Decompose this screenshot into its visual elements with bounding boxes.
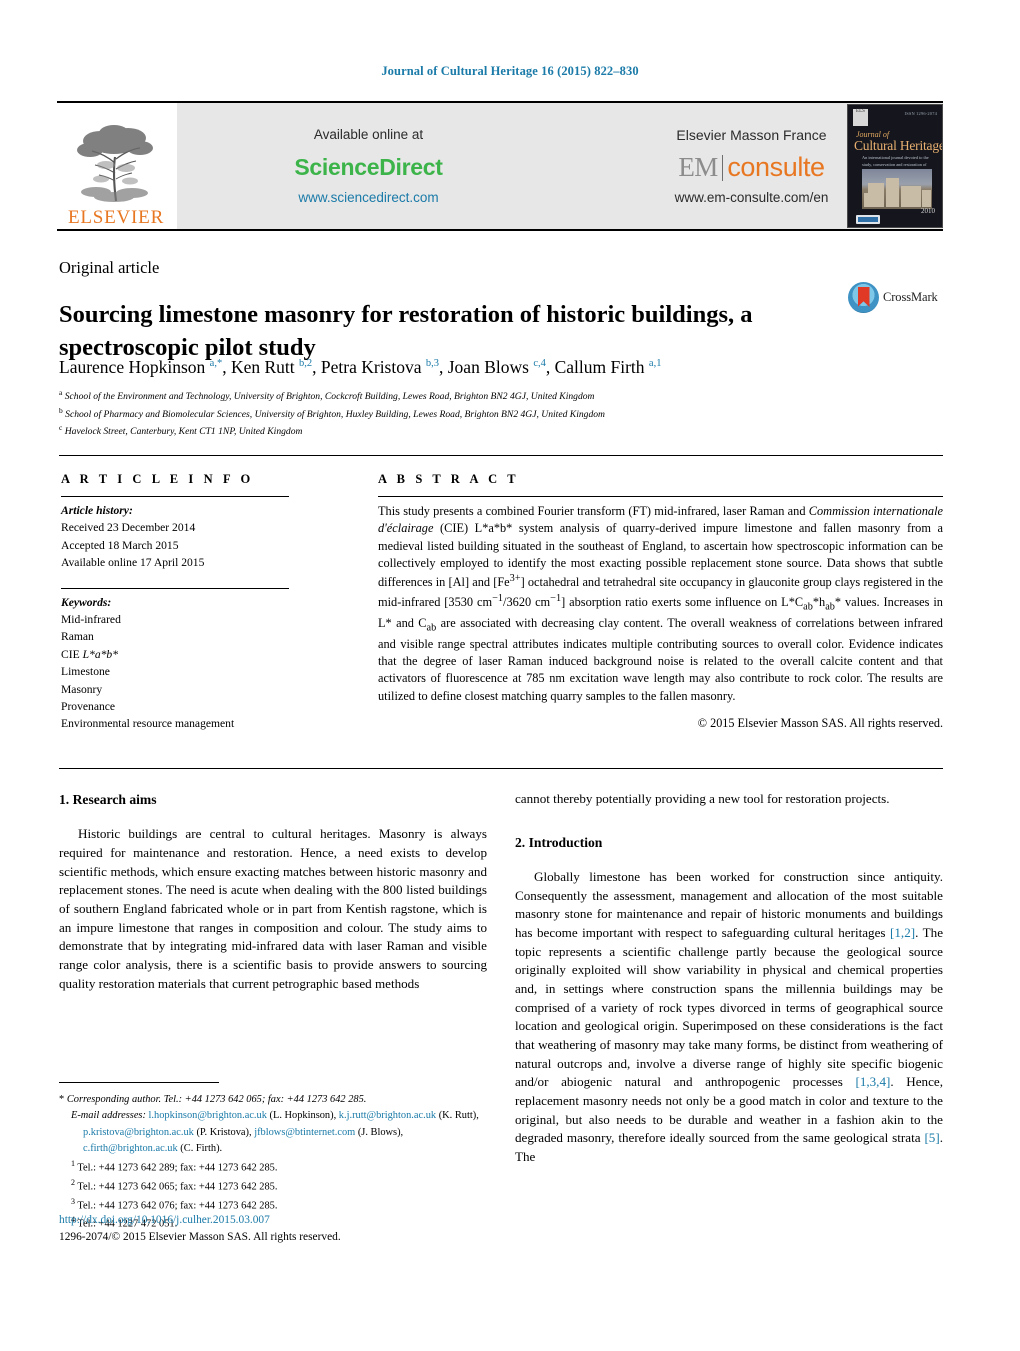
elsevier-masson-france-label: Elsevier Masson France [676, 127, 827, 143]
article-history-label: Article history: [61, 504, 133, 517]
cover-year: 2010 [921, 207, 935, 215]
affiliation-list: a School of the Environment and Technolo… [59, 387, 919, 440]
consulte-text: consulte [727, 152, 825, 182]
email-addresses-label: E-mail addresses: [71, 1110, 146, 1122]
cover-journal-title: Cultural Heritage [854, 138, 943, 153]
em-text: EM [678, 152, 718, 182]
page-title: Sourcing limestone masonry for restorati… [59, 301, 753, 361]
em-consulte-url[interactable]: www.em-consulte.com/en [675, 190, 829, 205]
sciencedirect-block: Available online at ScienceDirect www.sc… [177, 103, 560, 229]
article-info-heading: A R T I C L E I N F O [61, 472, 254, 486]
sciencedirect-url[interactable]: www.sciencedirect.com [298, 190, 438, 205]
elsevier-logo: ELSEVIER [57, 103, 175, 229]
info-rule-top [59, 455, 943, 456]
em-divider [721, 154, 724, 181]
article-info-column: Article history: Received 23 December 20… [61, 496, 309, 733]
keyword-item: Environmental resource management [61, 717, 235, 731]
journal-masthead: ELSEVIER Available online at ScienceDire… [57, 101, 943, 231]
affiliation-item: a School of the Environment and Technolo… [59, 388, 595, 403]
article-history-item: Available online 17 April 2015 [61, 556, 205, 570]
abstract-heading: A B S T R A C T [378, 472, 520, 486]
article-history-list: Received 23 December 2014 Accepted 18 Mar… [61, 519, 309, 571]
affiliation-item: b School of Pharmacy and Biomolecular Sc… [59, 405, 605, 420]
cover-publisher-mark: ELS [853, 109, 868, 126]
paragraph-introduction: Globally limestone has been worked for c… [515, 869, 944, 1164]
keyword-item: CIE L*a*b* [61, 647, 119, 661]
doi-url[interactable]: http://dx.doi.org/10.1016/j.culher.2015.… [59, 1212, 341, 1229]
journal-cover-thumbnail[interactable]: ELS ISSN 1296-2074 Journal of Cultural H… [847, 104, 943, 228]
article-type-label: Original article [59, 258, 160, 277]
author-list: Laurence Hopkinson a,*, Ken Rutt b,2, Pe… [59, 357, 662, 377]
doi-block: http://dx.doi.org/10.1016/j.culher.2015.… [59, 1212, 341, 1245]
paragraph-research-aims: Historic buildings are central to cultur… [59, 826, 487, 991]
body-column-left: 1. Research aims Historic buildings are … [59, 790, 487, 993]
info-rule-bottom [59, 768, 943, 769]
keyword-item: Raman [61, 630, 94, 644]
cover-badge [856, 215, 880, 224]
footnote-item: 2 Tel.: +44 1273 642 065; fax: +44 1273 … [71, 1177, 278, 1193]
keywords-label: Keywords: [61, 595, 112, 609]
keyword-item: Limestone [61, 665, 110, 679]
paragraph-continuation: cannot thereby potentially providing a n… [515, 791, 890, 806]
abstract-copyright: © 2015 Elsevier Masson SAS. All rights r… [697, 716, 943, 731]
article-history-item: Accepted 18 March 2015 [61, 538, 179, 552]
body-column-right: cannot thereby potentially providing a n… [515, 790, 943, 1167]
keywords-list: Mid-infrared Raman CIE L*a*b* Limestone Maso… [61, 611, 309, 733]
section-heading-research-aims: 1. Research aims [59, 792, 157, 807]
section-heading-introduction: 2. Introduction [515, 834, 603, 850]
cover-issn: ISSN 1296-2074 [904, 111, 937, 116]
footnote-item: 1 Tel.: +44 1273 642 289; fax: +44 1273 … [71, 1158, 278, 1174]
sciencedirect-wordmark: ScienceDirect [294, 154, 443, 180]
em-consulte-wordmark: EM consulte [678, 152, 825, 182]
keyword-item: Provenance [61, 699, 116, 713]
keyword-item: Mid-infrared [61, 612, 121, 626]
issn-copyright-line: 1296-2074/© 2015 Elsevier Masson SAS. Al… [59, 1230, 341, 1243]
footnote-emails[interactable]: E-mail addresses: l.hopkinson@brighton.a… [59, 1108, 491, 1157]
footnote-corresponding-author: * Corresponding author. Tel.: +44 1273 6… [59, 1094, 367, 1105]
paper-page: Journal of Cultural Heritage 16 (2015) 8… [0, 0, 1020, 1351]
abstract-block: This study presents a combined Fourier t… [378, 496, 943, 732]
elsevier-tree-icon [77, 125, 153, 202]
masthead-grey-panel: Available online at ScienceDirect www.sc… [177, 103, 943, 229]
affiliation-item: c Havelock Street, Canterbury, Kent CT1 … [59, 423, 303, 438]
crossmark-badge[interactable]: CrossMark [848, 282, 948, 313]
crossmark-label: CrossMark [883, 290, 938, 304]
footnote-separator [59, 1082, 219, 1083]
article-history-item: Received 23 December 2014 [61, 521, 196, 535]
cover-photo [862, 169, 932, 209]
keyword-item: Masonry [61, 682, 103, 696]
running-head: Journal of Cultural Heritage 16 (2015) 8… [381, 64, 639, 78]
crossmark-icon [848, 282, 879, 313]
abstract-text: This study presents a combined Fourier t… [378, 504, 944, 703]
available-online-label: Available online at [313, 127, 424, 142]
elsevier-wordmark: ELSEVIER [67, 207, 165, 228]
